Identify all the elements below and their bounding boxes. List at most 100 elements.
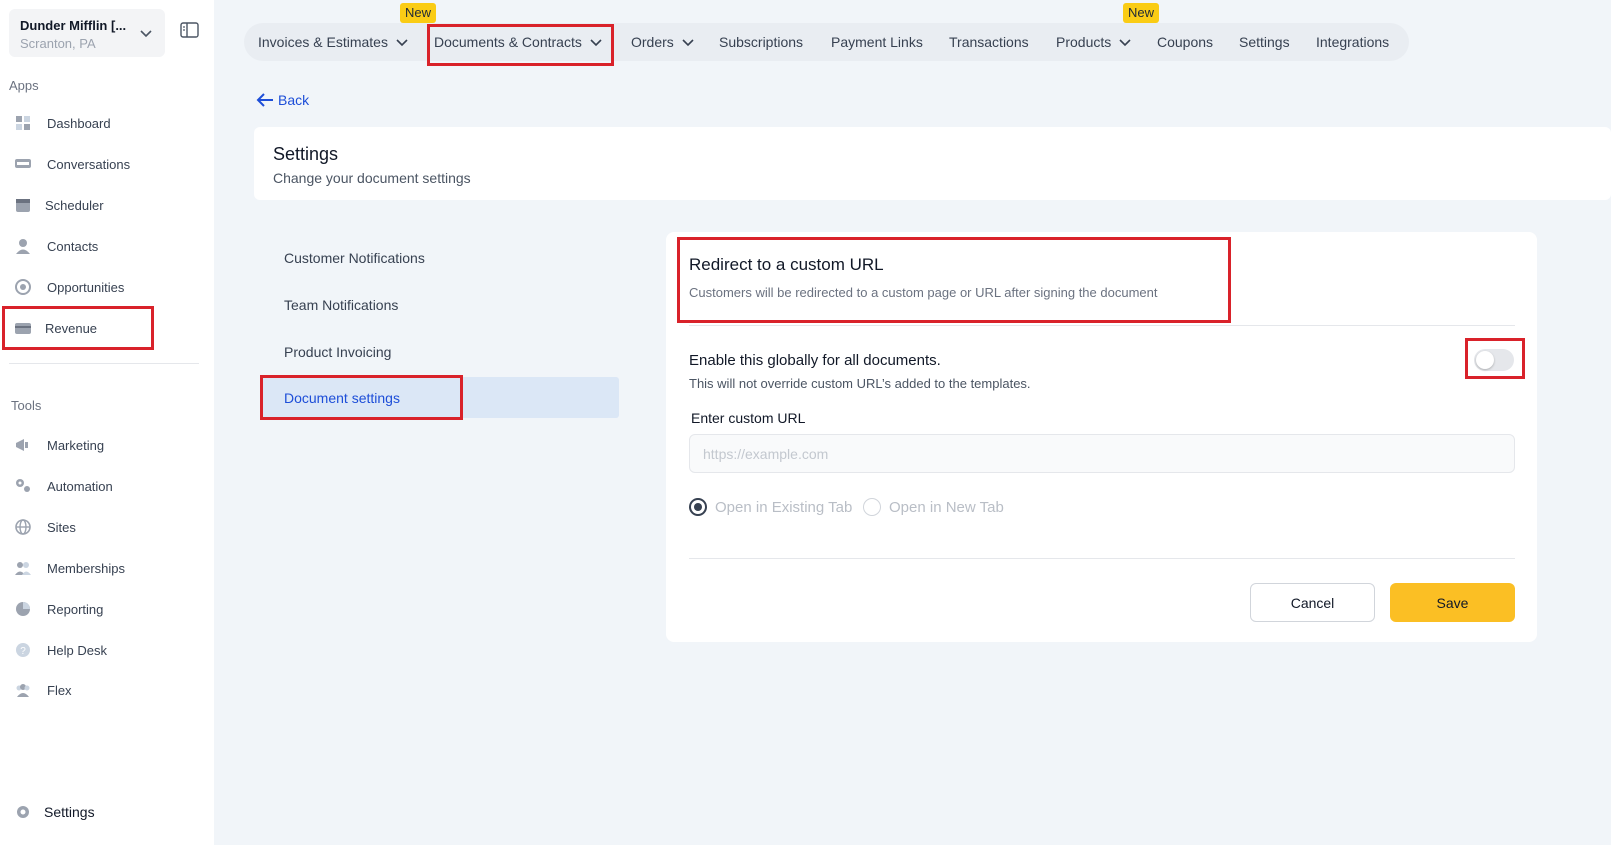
users-icon [15, 562, 31, 575]
chevron-down-icon [590, 39, 602, 47]
target-icon [15, 279, 31, 295]
tab-transactions[interactable]: Transactions [949, 23, 1029, 61]
tab-label: Orders [631, 34, 674, 50]
globe-icon [15, 519, 31, 535]
chevron-down-icon [682, 39, 694, 47]
menu-item-team-notifications[interactable]: Team Notifications [284, 297, 398, 313]
sidebar-item-memberships[interactable]: Memberships [10, 553, 200, 583]
custom-url-label: Enter custom URL [691, 410, 806, 426]
top-nav-tabs [244, 23, 1409, 61]
tab-subscriptions[interactable]: Subscriptions [719, 23, 803, 61]
radio-open-existing-tab[interactable]: Open in Existing Tab [689, 498, 852, 516]
tab-invoices-estimates[interactable]: Invoices & Estimates [258, 23, 408, 61]
custom-url-input[interactable] [689, 434, 1515, 473]
tab-products[interactable]: Products [1056, 23, 1131, 61]
account-name: Dunder Mifflin [... [20, 18, 127, 33]
new-badge: New [400, 3, 437, 23]
tab-settings[interactable]: Settings [1239, 23, 1290, 61]
svg-text:?: ? [20, 646, 26, 657]
sidebar-item-label: Revenue [45, 320, 98, 336]
sidebar-item-label: Sites [47, 519, 76, 535]
cancel-button[interactable]: Cancel [1250, 583, 1375, 622]
radio-button-checked [689, 498, 707, 516]
sidebar-item-label: Opportunities [47, 279, 125, 295]
sidebar-item-reporting[interactable]: Reporting [10, 594, 200, 624]
sidebar-item-dashboard[interactable]: Dashboard [10, 108, 200, 138]
sidebar-item-label: Flex [47, 682, 72, 698]
sidebar-item-scheduler[interactable]: Scheduler [10, 190, 200, 220]
sidebar-item-revenue[interactable]: Revenue [10, 313, 200, 343]
radio-open-new-tab[interactable]: Open in New Tab [863, 498, 1004, 516]
tab-label: Documents & Contracts [434, 34, 582, 50]
pie-chart-icon [16, 602, 30, 616]
page-title: Settings [273, 144, 339, 164]
tab-label: Payment Links [831, 34, 923, 50]
redirect-settings-card: Redirect to a custom URL Customers will … [666, 232, 1537, 642]
enable-global-toggle[interactable] [1474, 349, 1514, 371]
sidebar-item-label: Scheduler [45, 197, 104, 213]
sidebar-item-label: Contacts [47, 238, 99, 254]
sidebar-item-label: Help Desk [47, 642, 107, 658]
card-divider [689, 325, 1515, 326]
sidebar-item-help-desk[interactable]: ? Help Desk [10, 635, 200, 665]
card-description: Customers will be redirected to a custom… [689, 285, 1158, 300]
tab-orders[interactable]: Orders [631, 23, 694, 61]
menu-item-product-invoicing[interactable]: Product Invoicing [284, 344, 391, 360]
sidebar-item-label: Marketing [47, 437, 105, 453]
save-button[interactable]: Save [1390, 583, 1515, 622]
sidebar-item-sites[interactable]: Sites [10, 512, 200, 542]
tab-payment-links[interactable]: Payment Links [831, 23, 923, 61]
tab-label: Products [1056, 34, 1112, 50]
radio-label: Open in New Tab [889, 498, 1004, 516]
megaphone-icon [16, 439, 28, 451]
chevron-down-icon [1119, 39, 1131, 47]
sidebar-item-label: Dashboard [47, 115, 111, 131]
sidebar-item-contacts[interactable]: Contacts [10, 231, 200, 261]
sidebar-item-label: Conversations [47, 156, 131, 172]
enable-global-title: Enable this globally for all documents. [689, 352, 941, 369]
help-icon: ? [16, 643, 30, 657]
sidebar-divider [9, 363, 199, 364]
page-subtitle: Change your document settings [273, 170, 471, 186]
tab-label: Coupons [1157, 34, 1214, 50]
account-switcher[interactable]: Dunder Mifflin [... Scranton, PA [9, 9, 165, 57]
credit-card-icon [15, 323, 31, 334]
sidebar-item-label: Settings [44, 804, 95, 820]
team-icon [16, 684, 30, 697]
tab-label: Invoices & Estimates [258, 34, 388, 50]
tab-coupons[interactable]: Coupons [1157, 23, 1213, 61]
gear-icon [17, 806, 29, 818]
tab-label: Subscriptions [719, 34, 804, 50]
sidebar-collapse-icon[interactable] [180, 22, 199, 38]
sidebar-item-label: Memberships [47, 560, 126, 576]
enable-global-subtitle: This will not override custom URL’s adde… [689, 376, 1031, 391]
chat-icon [15, 159, 31, 168]
toggle-knob [1476, 351, 1494, 369]
tab-documents-contracts[interactable]: Documents & Contracts [434, 23, 602, 61]
sidebar-item-flex[interactable]: Flex [10, 675, 200, 705]
chevron-down-icon [396, 39, 408, 47]
back-label: Back [278, 92, 310, 108]
back-link[interactable]: Back [256, 92, 309, 108]
menu-item-customer-notifications[interactable]: Customer Notifications [284, 250, 425, 266]
tab-label: Transactions [949, 34, 1029, 50]
person-icon [16, 239, 30, 254]
tab-integrations[interactable]: Integrations [1316, 23, 1389, 61]
menu-item-document-settings[interactable]: Document settings [284, 390, 400, 406]
sidebar-item-automation[interactable]: Automation [10, 471, 200, 501]
calendar-icon [16, 199, 30, 212]
card-title: Redirect to a custom URL [689, 255, 884, 274]
sidebar-item-opportunities[interactable]: Opportunities [10, 272, 200, 302]
radio-label: Open in Existing Tab [715, 498, 853, 516]
sidebar-item-conversations[interactable]: Conversations [10, 149, 200, 179]
sidebar-item-label: Reporting [47, 601, 104, 617]
dashboard-icon [16, 116, 30, 130]
tools-section-label: Tools [11, 398, 42, 413]
card-divider [689, 558, 1515, 559]
sidebar-item-label: Automation [47, 478, 113, 494]
sidebar-item-settings[interactable]: Settings [10, 797, 200, 827]
account-location: Scranton, PA [20, 36, 96, 51]
gears-icon [16, 479, 30, 492]
sidebar: Dunder Mifflin [... Scranton, PA Apps Da… [0, 0, 214, 845]
sidebar-item-marketing[interactable]: Marketing [10, 430, 200, 460]
